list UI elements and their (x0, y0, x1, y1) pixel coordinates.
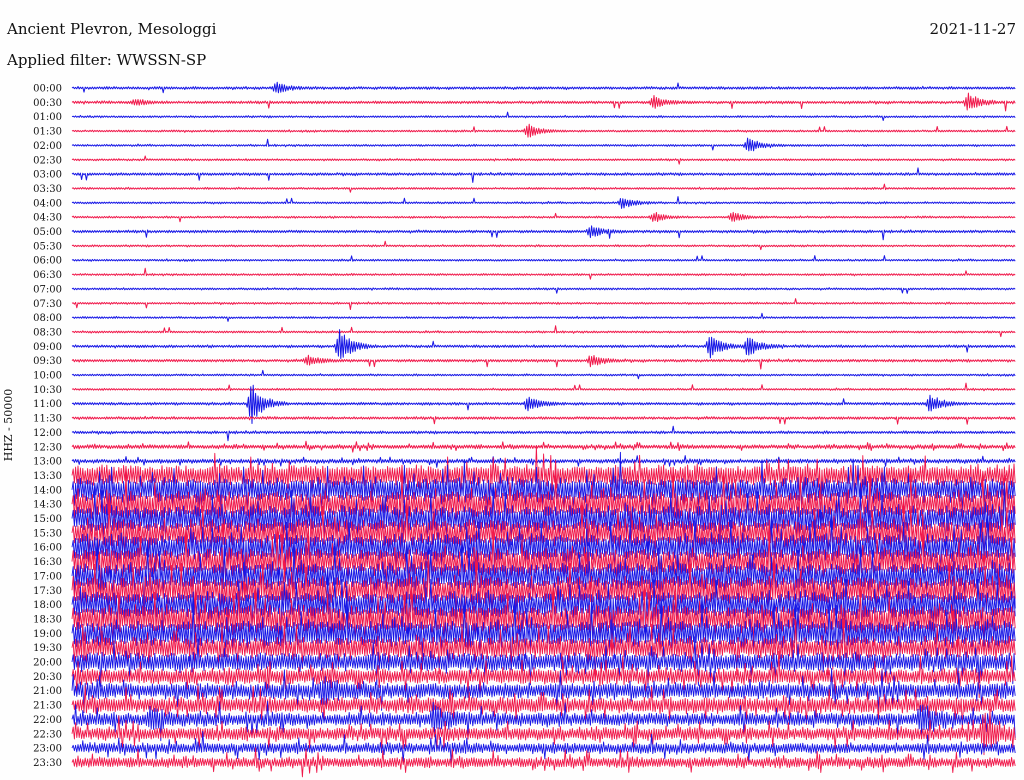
time-tick-label: 14:30 (33, 500, 62, 511)
time-tick-label: 03:00 (33, 170, 62, 181)
time-tick-label: 14:00 (33, 485, 62, 496)
helicorder-plot: 00:00 00:30 01:00 01:30 02:00 02:30 03:00 03:30… (33, 81, 1016, 778)
trace-row-0830 (71, 325, 1016, 338)
time-tick-label: 08:30 (33, 327, 62, 338)
time-tick-label: 19:00 (33, 629, 62, 640)
time-tick-label: 03:30 (33, 184, 62, 195)
trace-row-0230 (71, 155, 1016, 165)
time-tick-label: 07:30 (33, 299, 62, 310)
time-tick-label: 10:00 (33, 371, 62, 382)
time-tick-label: 21:30 (33, 701, 62, 712)
time-tick-label: 05:00 (33, 227, 62, 238)
time-tick-label: 16:30 (33, 557, 62, 568)
trace-row-0900 (71, 329, 1016, 359)
time-tick-label: 17:00 (33, 571, 62, 582)
time-tick-label: 11:30 (33, 414, 62, 425)
time-tick-label: 20:30 (33, 672, 62, 683)
time-tick-label: 02:30 (33, 155, 62, 166)
trace-row-0200 (71, 137, 1016, 152)
trace-row-0000 (71, 81, 1016, 94)
time-tick-label: 15:00 (33, 514, 62, 525)
time-tick-label: 20:00 (33, 658, 62, 669)
time-tick-label: 00:30 (33, 98, 62, 109)
trace-row-0630 (71, 267, 1016, 280)
time-tick-label: 02:00 (33, 141, 62, 152)
time-tick-label: 01:30 (33, 127, 62, 138)
trace-row-1130 (71, 415, 1016, 425)
trace-row-0600 (71, 255, 1016, 262)
time-tick-label: 17:30 (33, 586, 62, 597)
time-tick-label: 15:30 (33, 528, 62, 539)
time-tick-label: 18:00 (33, 600, 62, 611)
time-tick-label: 18:30 (33, 614, 62, 625)
time-tick-label: 11:00 (33, 399, 62, 410)
time-tick-label: 08:00 (33, 313, 62, 324)
time-tick-label: 09:00 (33, 342, 62, 353)
seismic-traces (71, 81, 1016, 778)
time-tick-label: 22:30 (33, 729, 62, 740)
trace-row-0800 (71, 312, 1016, 322)
time-tick-label: 16:00 (33, 543, 62, 554)
time-tick-label: 23:30 (33, 758, 62, 769)
time-tick-labels: 00:00 00:30 01:00 01:30 02:00 02:30 03:00 03:30… (33, 84, 62, 769)
time-tick-label: 21:00 (33, 686, 62, 697)
time-tick-label: 23:00 (33, 744, 62, 755)
trace-row-0030 (71, 92, 1016, 112)
time-tick-label: 07:00 (33, 284, 62, 295)
time-tick-label: 12:00 (33, 428, 62, 439)
trace-row-0130 (71, 123, 1016, 138)
trace-row-0430 (71, 211, 1016, 223)
trace-row-1000 (71, 369, 1016, 380)
trace-row-0330 (71, 183, 1016, 193)
trace-row-0700 (71, 287, 1016, 294)
time-tick-label: 06:00 (33, 256, 62, 267)
trace-row-1230 (71, 440, 1016, 453)
time-tick-label: 19:30 (33, 643, 62, 654)
trace-row-0500 (71, 225, 1016, 241)
time-tick-label: 12:30 (33, 442, 62, 453)
time-tick-label: 04:30 (33, 213, 62, 224)
trace-row-0100 (71, 111, 1016, 121)
time-tick-label: 01:00 (33, 112, 62, 123)
time-tick-label: 10:30 (33, 385, 62, 396)
trace-row-0930 (71, 354, 1016, 370)
trace-row-0730 (71, 298, 1016, 310)
trace-row-1030 (71, 382, 1016, 392)
trace-row-0400 (71, 196, 1016, 209)
time-tick-label: 05:30 (33, 241, 62, 252)
time-tick-label: 13:00 (33, 457, 62, 468)
time-tick-label: 13:30 (33, 471, 62, 482)
time-tick-label: 09:30 (33, 356, 62, 367)
time-tick-label: 22:00 (33, 715, 62, 726)
trace-row-0300 (71, 167, 1016, 183)
time-tick-label: 06:30 (33, 270, 62, 281)
time-tick-label: 00:00 (33, 84, 62, 95)
time-tick-label: 04:00 (33, 198, 62, 209)
trace-row-0530 (71, 240, 1016, 251)
trace-row-1200 (71, 425, 1016, 442)
